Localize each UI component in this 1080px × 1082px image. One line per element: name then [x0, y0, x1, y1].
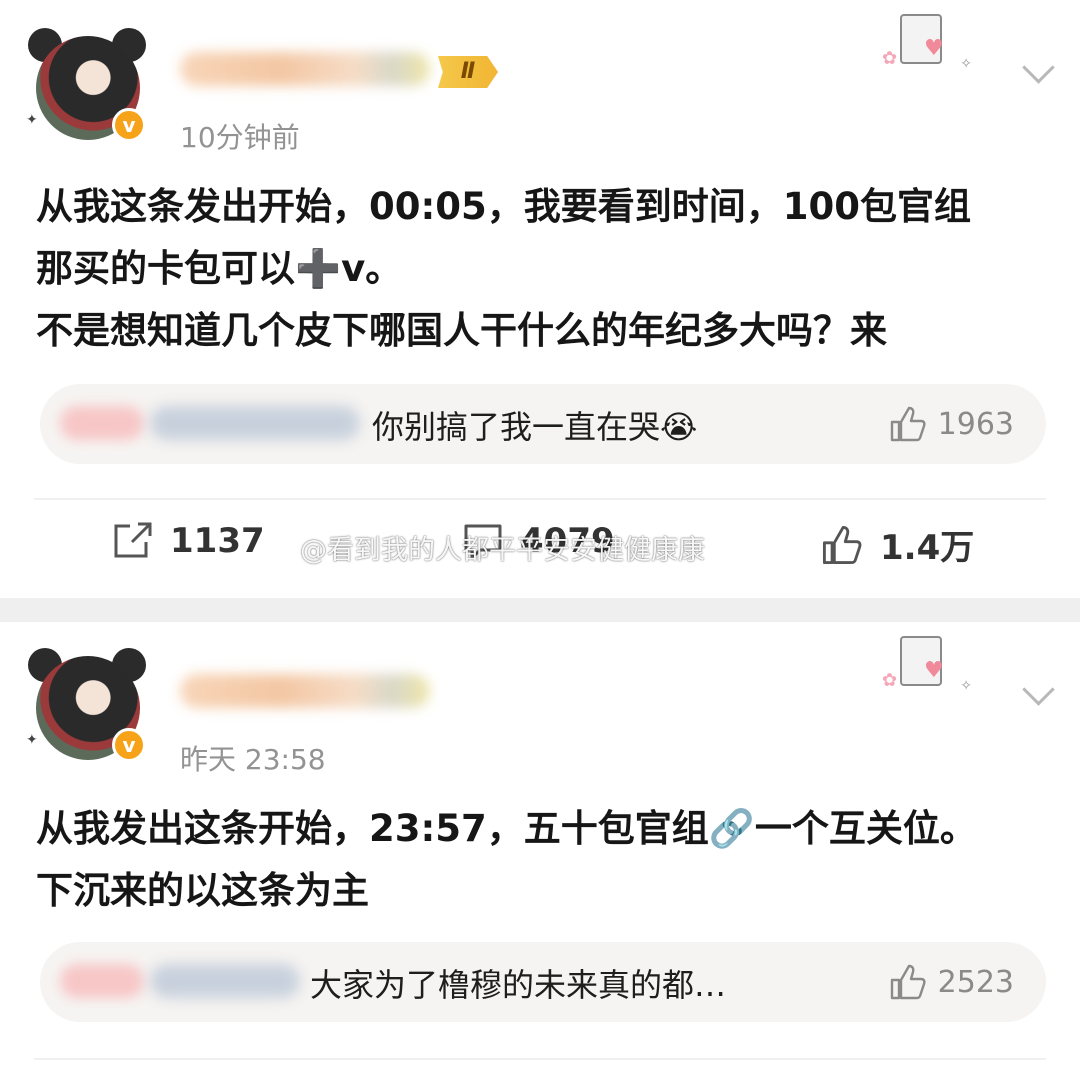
weibo-post-2: ✦ v 昨天 23:58 ♥ ✿ ✧ 从我发出这条开始，23:57，五十包官组🔗一个… [0, 622, 1080, 1082]
hot-comment-text: 大家为了橹穆的未来真的都… [310, 966, 727, 1004]
avatar[interactable]: ✦ v [26, 646, 146, 766]
divider [34, 1058, 1046, 1060]
sparkle-icon: ✦ [26, 112, 38, 128]
watermark-text: @看到我的人都平平安安健健康康 [300, 535, 705, 566]
chevron-down-icon[interactable] [1022, 673, 1055, 706]
comment-like-button[interactable]: 1963 [888, 404, 1014, 444]
repost-button[interactable]: 1137 [112, 520, 265, 562]
hot-comment-text: 你别搞了我一直在哭😭 [372, 408, 698, 446]
thumbs-up-icon [822, 525, 862, 564]
sticker-decoration-icon: ♥ ✿ ✧ [882, 8, 972, 78]
like-count: 1.4万 [880, 528, 975, 568]
commenter-badge-blurred [60, 964, 144, 998]
post-time: 10分钟前 [180, 121, 300, 154]
level-badge: Ⅱ [438, 56, 498, 88]
comment-like-count: 2523 [937, 964, 1014, 1000]
commenter-name-blurred [150, 406, 360, 440]
commenter-badge-blurred [60, 406, 144, 440]
username-blurred[interactable] [180, 52, 430, 86]
verified-badge-icon: v [112, 108, 146, 142]
divider [34, 498, 1046, 500]
post-content: 从我这条发出开始，00:05，我要看到时间，100包官组 那买的卡包可以➕v。 … [36, 185, 972, 352]
hot-comment[interactable]: 大家为了橹穆的未来真的都… 2523 [40, 942, 1046, 1022]
commenter-name-blurred [150, 964, 300, 998]
feed-separator [0, 598, 1080, 622]
weibo-post-1: ✦ v Ⅱ 10分钟前 ♥ ✿ ✧ 从我这条发出开始，00:05，我要看到时间，10… [0, 0, 1080, 598]
repost-icon [114, 522, 152, 558]
thumbs-up-icon [890, 406, 926, 442]
sparkle-icon: ✦ [26, 732, 38, 748]
post-time: 昨天 23:58 [180, 743, 326, 776]
like-button[interactable]: 1.4万 [820, 520, 974, 569]
post-content: 从我发出这条开始，23:57，五十包官组🔗一个互关位。 下沉来的以这条为主 [36, 807, 977, 912]
comment-like-button[interactable]: 2523 [888, 962, 1014, 1002]
sticker-decoration-icon: ♥ ✿ ✧ [882, 630, 972, 700]
thumbs-up-icon [890, 964, 926, 1000]
comment-like-count: 1963 [937, 406, 1014, 442]
username-blurred[interactable] [180, 674, 430, 708]
repost-count: 1137 [170, 521, 265, 561]
verified-badge-icon: v [112, 728, 146, 762]
chevron-down-icon[interactable] [1022, 51, 1055, 84]
avatar[interactable]: ✦ v [26, 26, 146, 146]
hot-comment[interactable]: 你别搞了我一直在哭😭 1963 [40, 384, 1046, 464]
